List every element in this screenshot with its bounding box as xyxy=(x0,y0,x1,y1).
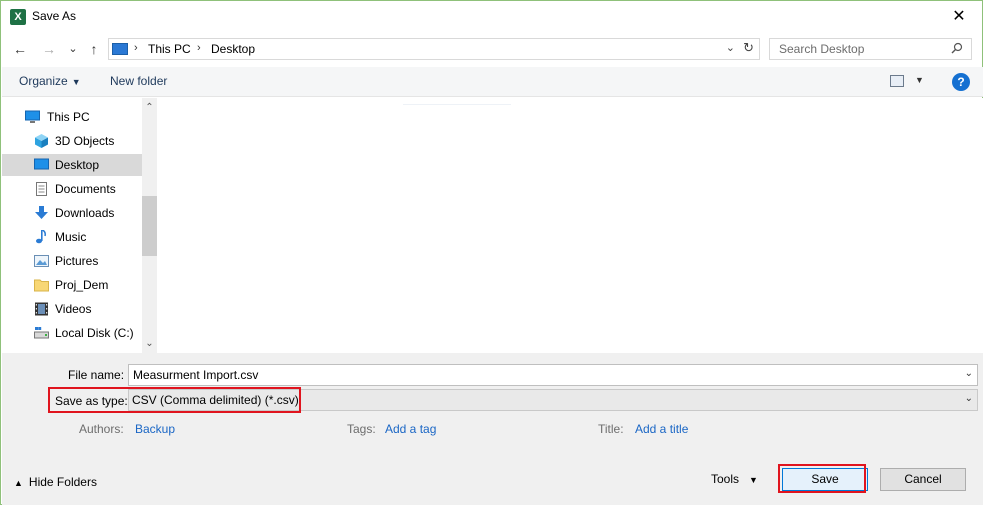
authors-link[interactable]: Backup xyxy=(135,422,175,436)
computer-icon xyxy=(25,110,40,123)
refresh-icon[interactable]: ↻ xyxy=(743,40,754,56)
scrollbar-thumb[interactable] xyxy=(142,196,157,256)
nav-item-label: Local Disk (C:) xyxy=(55,326,134,340)
forward-button[interactable]: → xyxy=(39,39,59,59)
authors-label: Authors: xyxy=(79,422,124,436)
nav-item-label: Proj_Dem xyxy=(55,278,109,292)
scroll-up-icon[interactable]: ⌃ xyxy=(142,100,157,115)
music-icon xyxy=(36,230,46,244)
computer-icon xyxy=(112,43,128,55)
file-name-field[interactable]: Measurment Import.csv ⌄ xyxy=(128,364,978,386)
save-as-type-dropdown-icon[interactable]: ⌄ xyxy=(965,393,973,404)
address-dropdown-icon[interactable]: ⌄ xyxy=(726,41,735,54)
nav-item-downloads[interactable]: Downloads xyxy=(2,202,142,224)
pictures-icon xyxy=(34,255,49,267)
window-title: Save As xyxy=(32,9,77,23)
up-button[interactable]: ↑ xyxy=(84,39,104,59)
tools-label: Tools xyxy=(711,472,740,486)
cancel-button[interactable]: Cancel xyxy=(880,468,966,491)
organize-button[interactable]: Organize ▼ xyxy=(19,74,81,88)
document-icon xyxy=(36,182,47,196)
nav-item-label: Music xyxy=(55,230,87,244)
organize-label: Organize xyxy=(19,74,68,88)
close-button[interactable]: ✕ xyxy=(936,1,982,32)
desktop-icon xyxy=(34,158,49,170)
search-icon[interactable] xyxy=(951,42,963,54)
breadcrumb-separator: › xyxy=(134,42,138,54)
tags-label: Tags: xyxy=(347,422,376,436)
nav-item-label: Documents xyxy=(55,182,116,196)
cube-icon xyxy=(35,134,48,148)
disk-icon xyxy=(34,327,49,339)
scroll-down-icon[interactable]: ⌄ xyxy=(142,336,157,351)
caret-up-icon: ▲ xyxy=(14,478,23,488)
nav-item-label: Desktop xyxy=(55,158,100,172)
nav-item-local-disk-c[interactable]: Local Disk (C:) xyxy=(2,322,142,344)
file-list-pane[interactable] xyxy=(158,98,983,353)
nav-item-music[interactable]: Music xyxy=(2,226,142,248)
caret-down-icon: ▼ xyxy=(71,77,81,87)
save-as-dialog: X Save As ✕ ← → ⌄ ↑ › This PC › Desktop … xyxy=(0,0,983,505)
nav-item-label: 3D Objects xyxy=(55,134,115,148)
title-bar: X Save As ✕ xyxy=(1,1,982,32)
add-tag-link[interactable]: Add a tag xyxy=(385,422,436,436)
address-bar[interactable]: › This PC › Desktop ⌄ ↻ xyxy=(108,38,760,60)
folder-icon xyxy=(34,279,49,292)
change-view-icon[interactable] xyxy=(890,75,904,87)
new-folder-button[interactable]: New folder xyxy=(110,74,167,88)
nav-item-this-pc[interactable]: This PC xyxy=(2,106,142,128)
breadcrumb-this-pc[interactable]: This PC xyxy=(148,42,191,56)
caret-down-icon: ▼ xyxy=(749,475,758,485)
file-name-label: File name: xyxy=(68,368,125,382)
title-label: Title: xyxy=(598,422,624,436)
video-icon xyxy=(35,302,48,316)
add-title-link[interactable]: Add a title xyxy=(635,422,688,436)
file-name-value: Measurment Import.csv xyxy=(133,368,259,382)
nav-item-label: This PC xyxy=(47,110,90,124)
download-icon xyxy=(35,206,48,219)
save-options-panel: File name: Measurment Import.csv ⌄ Save … xyxy=(2,353,983,505)
column-header-divider xyxy=(403,104,511,105)
search-placeholder: Search Desktop xyxy=(779,42,865,56)
view-options-caret-icon[interactable]: ▼ xyxy=(915,75,924,85)
nav-item-proj-dem[interactable]: Proj_Dem xyxy=(2,274,142,296)
search-input[interactable]: Search Desktop xyxy=(769,38,972,60)
nav-item-label: Downloads xyxy=(55,206,115,220)
nav-pane-scrollbar[interactable]: ⌃ ⌄ xyxy=(142,98,157,353)
annotation-highlight-box xyxy=(778,464,866,493)
breadcrumb-desktop[interactable]: Desktop xyxy=(211,42,255,56)
breadcrumb-separator: › xyxy=(197,42,201,54)
excel-app-icon: X xyxy=(10,9,26,25)
tools-menu-button[interactable]: Tools ▼ xyxy=(711,472,758,486)
back-button[interactable]: ← xyxy=(10,39,30,59)
nav-item-pictures[interactable]: Pictures xyxy=(2,250,142,272)
recent-locations-button[interactable]: ⌄ xyxy=(63,39,83,59)
hide-folders-label: Hide Folders xyxy=(28,475,97,489)
file-name-dropdown-icon[interactable]: ⌄ xyxy=(965,368,973,379)
nav-item-label: Videos xyxy=(55,302,92,316)
help-icon[interactable]: ? xyxy=(952,73,970,91)
navigation-pane: This PC 3D Objects Desktop Documents Dow… xyxy=(2,98,157,353)
nav-item-label: Pictures xyxy=(55,254,99,268)
nav-item-videos[interactable]: Videos xyxy=(2,298,142,320)
nav-item-desktop[interactable]: Desktop xyxy=(2,154,142,176)
nav-item-documents[interactable]: Documents xyxy=(2,178,142,200)
nav-item-3d-objects[interactable]: 3D Objects xyxy=(2,130,142,152)
annotation-highlight-box xyxy=(48,387,301,413)
command-bar: Organize ▼ New folder ▼ ? xyxy=(2,67,983,97)
hide-folders-button[interactable]: ▲ Hide Folders xyxy=(14,475,97,489)
